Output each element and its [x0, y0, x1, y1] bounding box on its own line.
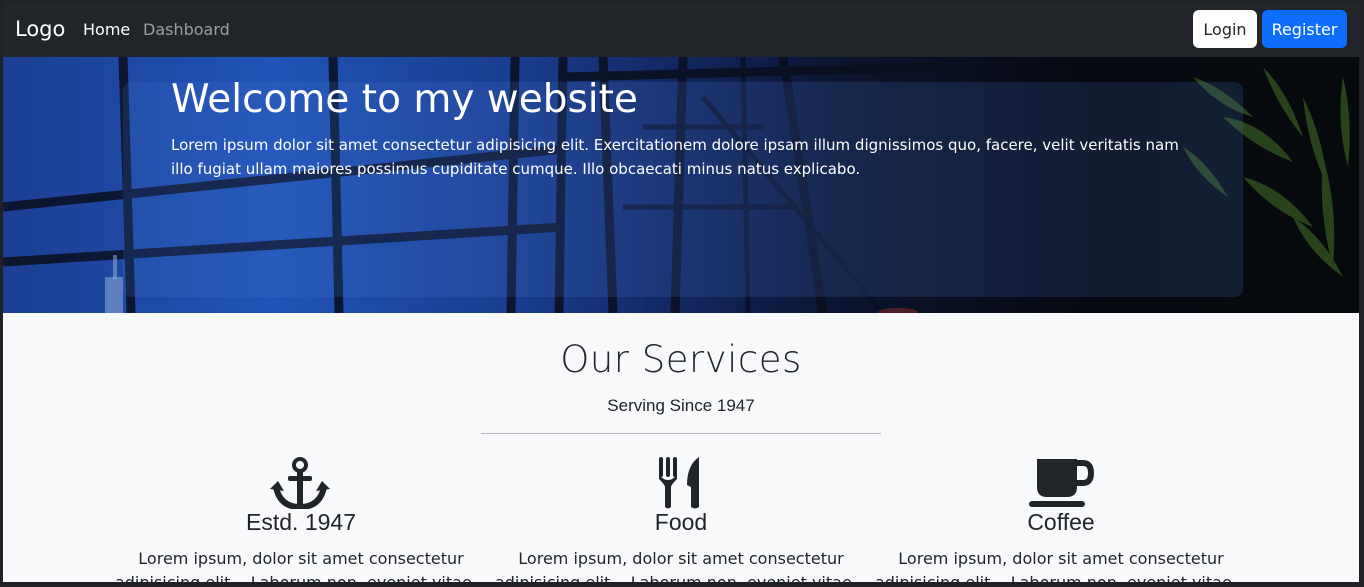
nav-link-home[interactable]: Home — [83, 20, 130, 39]
anchor-icon — [270, 457, 330, 509]
utensils-icon — [659, 457, 699, 509]
login-button[interactable]: Login — [1193, 10, 1257, 48]
coffee-cup-icon — [1029, 459, 1095, 507]
services-subtitle: Serving Since 1947 — [607, 396, 755, 415]
navbar: Logo Home Dashboard Login Register — [3, 2, 1359, 57]
hero-description: Lorem ipsum dolor sit amet consectetur a… — [171, 136, 1179, 178]
service-title-estd: Estd. 1947 — [246, 509, 356, 535]
page: Logo Home Dashboard Login Register Welco… — [3, 2, 1359, 582]
nav-link-dashboard[interactable]: Dashboard — [143, 20, 230, 39]
brand-logo[interactable]: Logo — [15, 17, 65, 41]
service-text-coffee: Lorem ipsum, dolor sit amet consectetur … — [875, 549, 1247, 582]
hero-title: Welcome to my website — [171, 77, 638, 122]
service-text-estd: Lorem ipsum, dolor sit amet consectetur … — [115, 549, 487, 582]
services-divider — [481, 433, 881, 434]
service-title-food: Food — [654, 509, 708, 535]
service-title-coffee: Coffee — [1027, 509, 1095, 535]
register-button[interactable]: Register — [1262, 10, 1347, 48]
services-title: Our Services — [560, 338, 802, 381]
service-text-food: Lorem ipsum, dolor sit amet consectetur … — [495, 549, 867, 582]
